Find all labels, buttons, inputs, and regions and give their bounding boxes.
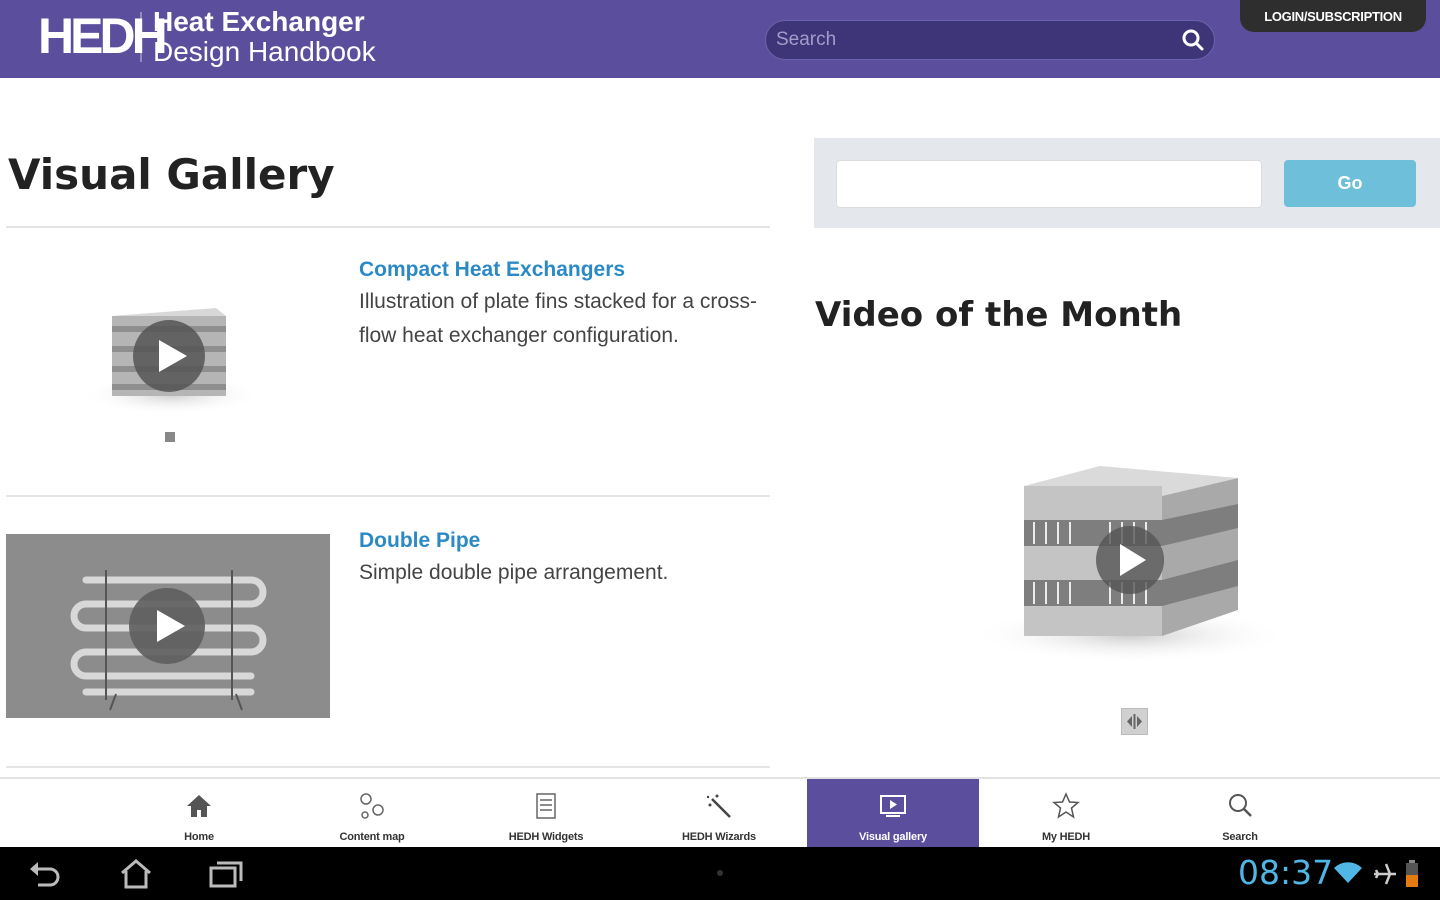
- page-title: Visual Gallery: [8, 150, 335, 199]
- header-search: [765, 20, 1215, 60]
- divider: [6, 226, 770, 228]
- search-icon: [1229, 794, 1252, 817]
- go-button[interactable]: Go: [1284, 160, 1416, 207]
- indicator-dot: [717, 870, 723, 876]
- nav-visual-gallery[interactable]: Visual gallery: [807, 779, 979, 847]
- nav-label: Content map: [339, 831, 405, 843]
- divider: [6, 766, 770, 768]
- home-button-icon[interactable]: [116, 857, 156, 891]
- battery-icon: [1406, 860, 1418, 887]
- nav-label: HEDH Wizards: [682, 831, 756, 843]
- expand-icon[interactable]: [1121, 708, 1148, 735]
- gallery-search-input[interactable]: [836, 160, 1262, 208]
- wifi-icon: [1334, 862, 1362, 883]
- gallery-icon: [880, 795, 906, 817]
- video-of-month-title: Video of the Month: [815, 295, 1183, 335]
- app-header: HEDH Heat Exchanger Design Handbook LOGI…: [0, 0, 1440, 78]
- video-of-month-player[interactable]: [960, 440, 1300, 680]
- item-title-link[interactable]: Compact Heat Exchangers: [359, 258, 625, 282]
- logo-divider: [140, 12, 142, 62]
- compact-hx-thumbnail[interactable]: [6, 250, 330, 450]
- airplane-icon: [1374, 863, 1396, 885]
- double-pipe-thumbnail[interactable]: [6, 534, 330, 718]
- nav-content-map[interactable]: Content map: [286, 779, 458, 847]
- hedh-logo[interactable]: HEDH: [38, 8, 168, 64]
- gallery-search-panel: Go: [814, 138, 1440, 228]
- bottom-navigation: Home Content map HEDH Widgets HEDH Wizar…: [0, 777, 1440, 847]
- item-description: Simple double pipe arrangement.: [359, 561, 669, 584]
- nav-hedh-wizards[interactable]: HEDH Wizards: [633, 779, 805, 847]
- clock: 08:37: [1238, 853, 1334, 892]
- nav-label: Visual gallery: [859, 831, 927, 843]
- divider: [6, 495, 770, 497]
- widgets-icon: [536, 793, 556, 819]
- home-icon: [187, 795, 211, 817]
- nav-label: Home: [184, 831, 214, 843]
- search-icon[interactable]: [1180, 27, 1206, 53]
- wizard-icon: [706, 794, 731, 818]
- nav-search[interactable]: Search: [1154, 779, 1326, 847]
- recent-apps-icon[interactable]: [206, 857, 246, 891]
- nav-label: Search: [1222, 831, 1258, 843]
- nav-hedh-widgets[interactable]: HEDH Widgets: [460, 779, 632, 847]
- star-icon: [1052, 792, 1080, 819]
- logo-title: Heat Exchanger: [153, 6, 365, 37]
- logo-subtitle: Design Handbook: [153, 36, 376, 67]
- content-map-icon: [360, 793, 384, 819]
- nav-label: HEDH Widgets: [508, 831, 584, 843]
- back-icon[interactable]: [26, 857, 66, 891]
- logo-mark-text: HEDH: [38, 8, 168, 64]
- nav-my-hedh[interactable]: My HEDH: [980, 779, 1152, 847]
- item-title-link[interactable]: Double Pipe: [359, 529, 480, 553]
- nav-label: My HEDH: [1041, 831, 1091, 843]
- header-search-input[interactable]: [776, 21, 1166, 59]
- item-description: Illustration of plate fins stacked for a…: [359, 290, 758, 347]
- login-subscription-button[interactable]: LOGIN/SUBSCRIPTION: [1240, 0, 1426, 32]
- nav-home[interactable]: Home: [113, 779, 285, 847]
- logo-text: Heat Exchanger Design Handbook: [153, 7, 376, 67]
